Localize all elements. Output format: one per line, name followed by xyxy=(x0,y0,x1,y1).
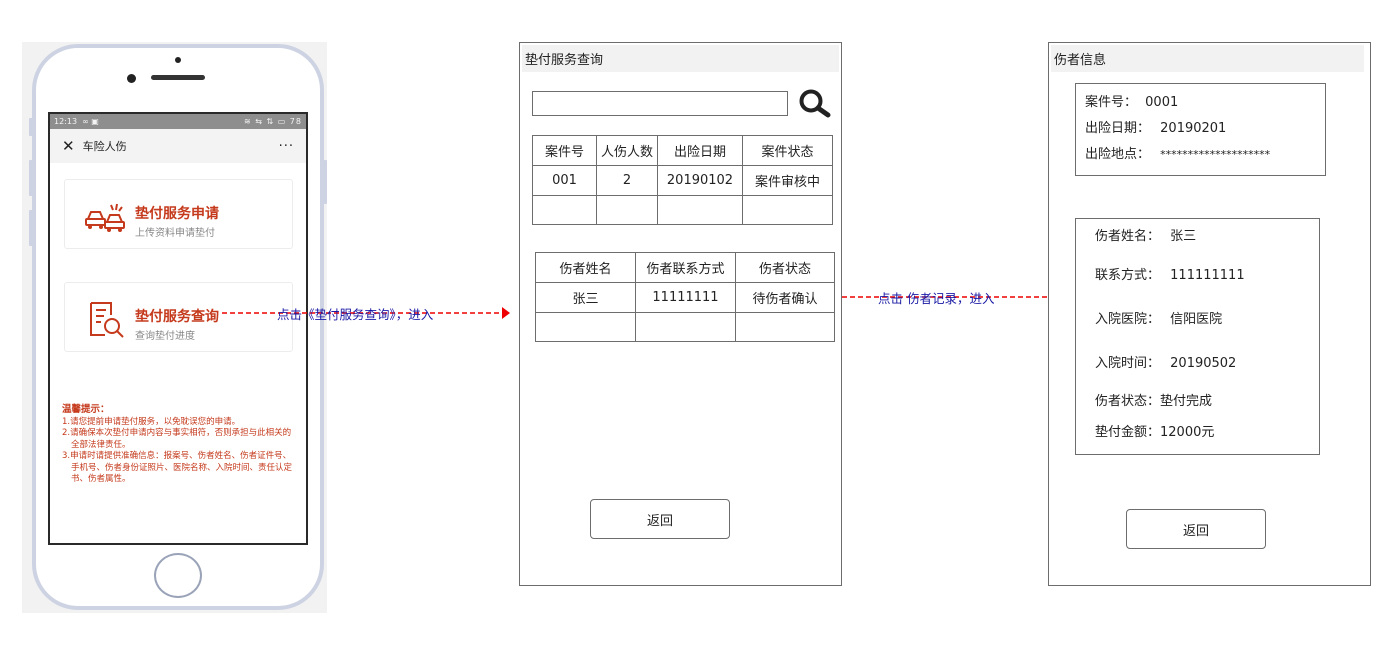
table-header: 伤者联系方式 xyxy=(635,252,736,283)
table-cell xyxy=(742,195,833,225)
table-row[interactable]: 001 2 20190102 案件审核中 xyxy=(532,165,833,196)
injured-name-row: 伤者姓名： 张三 xyxy=(1095,225,1196,244)
hospital-value: 信阳医院 xyxy=(1170,312,1223,327)
arrow-1-head xyxy=(502,307,510,319)
case-number-row: 案件号： 0001 xyxy=(1085,91,1178,110)
accident-place-row: 出险地点： ******************** xyxy=(1085,143,1270,162)
table-row[interactable]: 张三 11111111 待伤者确认 xyxy=(535,282,835,313)
search-input[interactable] xyxy=(532,91,788,116)
accident-date-row: 出险日期： 20190201 xyxy=(1085,117,1226,136)
contact-value: 111111111 xyxy=(1170,268,1245,283)
hospital-row: 入院医院： 信阳医院 xyxy=(1095,308,1222,327)
accident-place-value: ******************** xyxy=(1160,148,1271,161)
hospital-label: 入院医院： xyxy=(1095,312,1161,327)
table-cell: 001 xyxy=(532,165,597,196)
accident-date-label: 出险日期： xyxy=(1085,121,1151,136)
table-row xyxy=(532,195,833,225)
admission-time-value: 20190502 xyxy=(1170,356,1237,371)
injured-name-value: 张三 xyxy=(1170,229,1197,244)
case-number-label: 案件号： xyxy=(1085,95,1138,110)
injured-status-label: 伤者状态： xyxy=(1095,394,1161,409)
query-panel-title: 垫付服务查询 xyxy=(522,45,839,72)
table-header: 出险日期 xyxy=(657,135,743,166)
accident-date-value: 20190201 xyxy=(1160,121,1227,136)
detail-panel-title: 伤者信息 xyxy=(1051,45,1364,72)
accident-place-label: 出险地点： xyxy=(1085,147,1151,162)
table-cell: 2 xyxy=(596,165,658,196)
search-icon[interactable] xyxy=(798,88,832,118)
table-header: 伤者状态 xyxy=(735,252,835,283)
injured-info-box: 伤者姓名： 张三 联系方式： 111111111 入院医院： 信阳医院 入院时间… xyxy=(1075,218,1320,455)
case-table: 案件号 人伤人数 出险日期 案件状态 001 2 20190102 案件审核中 xyxy=(532,135,833,225)
query-panel: 垫付服务查询 案件号 人伤人数 出险日期 案件状态 001 2 20190102… xyxy=(519,42,842,586)
injured-status-value: 垫付完成 xyxy=(1160,394,1213,409)
back-button[interactable]: 返回 xyxy=(590,499,730,539)
injured-table: 伤者姓名 伤者联系方式 伤者状态 张三 11111111 待伤者确认 xyxy=(535,252,835,342)
table-cell: 20190102 xyxy=(657,165,743,196)
case-number-value: 0001 xyxy=(1145,95,1179,110)
table-header-row: 案件号 人伤人数 出险日期 案件状态 xyxy=(532,135,833,166)
table-header: 案件状态 xyxy=(742,135,833,166)
advance-amount-value: 12000元 xyxy=(1160,425,1215,440)
case-info-box: 案件号： 0001 出险日期： 20190201 出险地点： *********… xyxy=(1075,83,1326,176)
table-cell xyxy=(596,195,658,225)
injured-name-label: 伤者姓名： xyxy=(1095,229,1161,244)
table-cell xyxy=(535,312,636,342)
advance-amount-row: 垫付金额：12000元 xyxy=(1095,421,1214,440)
arrow-2-label: 点击 伤者记录，进入 xyxy=(878,291,995,306)
injured-status-row: 伤者状态：垫付完成 xyxy=(1095,390,1212,409)
table-cell: 张三 xyxy=(535,282,636,313)
table-cell: 11111111 xyxy=(635,282,736,313)
table-cell: 待伤者确认 xyxy=(735,282,835,313)
table-cell: 案件审核中 xyxy=(742,165,833,196)
contact-row: 联系方式： 111111111 xyxy=(1095,264,1245,283)
table-header: 伤者姓名 xyxy=(535,252,636,283)
table-cell xyxy=(635,312,736,342)
table-cell xyxy=(735,312,835,342)
table-header: 案件号 xyxy=(532,135,597,166)
arrow-1-label: 点击《垫付服务查询》，进入 xyxy=(277,307,434,322)
table-cell xyxy=(657,195,743,225)
advance-amount-label: 垫付金额： xyxy=(1095,425,1161,440)
table-cell xyxy=(532,195,597,225)
back-button[interactable]: 返回 xyxy=(1126,509,1266,549)
table-header: 人伤人数 xyxy=(596,135,658,166)
admission-time-row: 入院时间： 20190502 xyxy=(1095,352,1236,371)
admission-time-label: 入院时间： xyxy=(1095,356,1161,371)
detail-panel: 伤者信息 案件号： 0001 出险日期： 20190201 出险地点： ****… xyxy=(1048,42,1371,586)
contact-label: 联系方式： xyxy=(1095,268,1161,283)
table-header-row: 伤者姓名 伤者联系方式 伤者状态 xyxy=(535,252,835,283)
table-row xyxy=(535,312,835,342)
